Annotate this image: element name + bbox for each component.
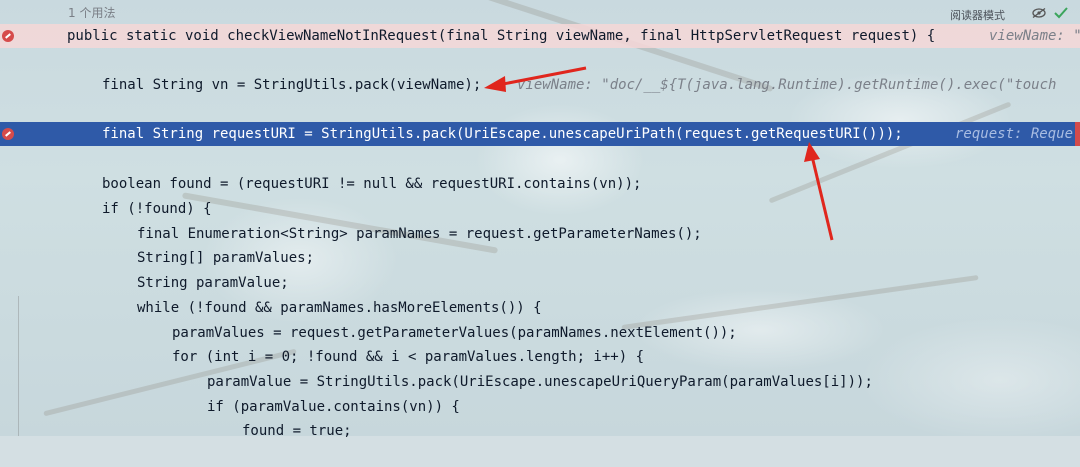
debug-inline-hint: viewName: "doc/__${T(java.lang.Runtime).… xyxy=(517,77,1057,93)
code-line-14[interactable]: found = true; xyxy=(0,419,1080,443)
code-text: public static void checkViewNameNotInReq… xyxy=(67,28,936,44)
code-line-6[interactable]: final Enumeration<String> paramNames = r… xyxy=(0,222,1080,246)
code-text: final String vn = StringUtils.pack(viewN… xyxy=(102,77,482,93)
code-text: final Enumeration<String> paramNames = r… xyxy=(137,226,702,242)
error-stripe-marker[interactable] xyxy=(1075,122,1080,146)
code-line-2[interactable]: final String vn = StringUtils.pack(viewN… xyxy=(0,73,1080,97)
code-text: for (int i = 0; !found && i < paramValue… xyxy=(172,349,645,365)
usage-hint[interactable]: 1 个用法 xyxy=(68,4,115,22)
code-line-3-current[interactable]: final String requestURI = StringUtils.pa… xyxy=(0,122,1080,146)
breakpoint-icon[interactable] xyxy=(2,30,14,42)
code-line-12[interactable]: paramValue = StringUtils.pack(UriEscape.… xyxy=(0,370,1080,394)
code-text: if (paramValue.contains(vn)) { xyxy=(207,399,460,415)
check-icon[interactable] xyxy=(1054,7,1068,19)
code-line-7[interactable]: String[] paramValues; xyxy=(0,246,1080,270)
code-text: boolean found = (requestURI != null && r… xyxy=(102,176,642,192)
code-line-13[interactable]: if (paramValue.contains(vn)) { xyxy=(0,395,1080,419)
code-text: if (!found) { xyxy=(102,201,212,217)
code-line-1[interactable]: public static void checkViewNameNotInReq… xyxy=(0,24,1080,48)
code-line-4[interactable]: boolean found = (requestURI != null && r… xyxy=(0,172,1080,196)
reader-mode-button[interactable]: 阅读器模式 xyxy=(950,7,1005,23)
code-text: String paramValue; xyxy=(137,275,289,291)
debug-inline-hint: request: Reque xyxy=(955,126,1074,142)
code-text: paramValues = request.getParameterValues… xyxy=(172,325,737,341)
debug-inline-hint: viewName: "doc xyxy=(989,28,1080,44)
code-line-5[interactable]: if (!found) { xyxy=(0,197,1080,221)
code-text: String[] paramValues; xyxy=(137,250,315,266)
code-text: paramValue = StringUtils.pack(UriEscape.… xyxy=(207,374,873,390)
eye-off-icon[interactable] xyxy=(1032,8,1046,18)
code-text: found = true; xyxy=(242,423,352,439)
code-line-10[interactable]: paramValues = request.getParameterValues… xyxy=(0,321,1080,345)
breakpoint-icon[interactable] xyxy=(2,128,14,140)
code-line-9[interactable]: while (!found && paramNames.hasMoreEleme… xyxy=(0,296,1080,320)
code-line-8[interactable]: String paramValue; xyxy=(0,271,1080,295)
code-line-11[interactable]: for (int i = 0; !found && i < paramValue… xyxy=(0,345,1080,369)
code-text: final String requestURI = StringUtils.pa… xyxy=(102,126,903,142)
code-text: while (!found && paramNames.hasMoreEleme… xyxy=(137,300,542,316)
